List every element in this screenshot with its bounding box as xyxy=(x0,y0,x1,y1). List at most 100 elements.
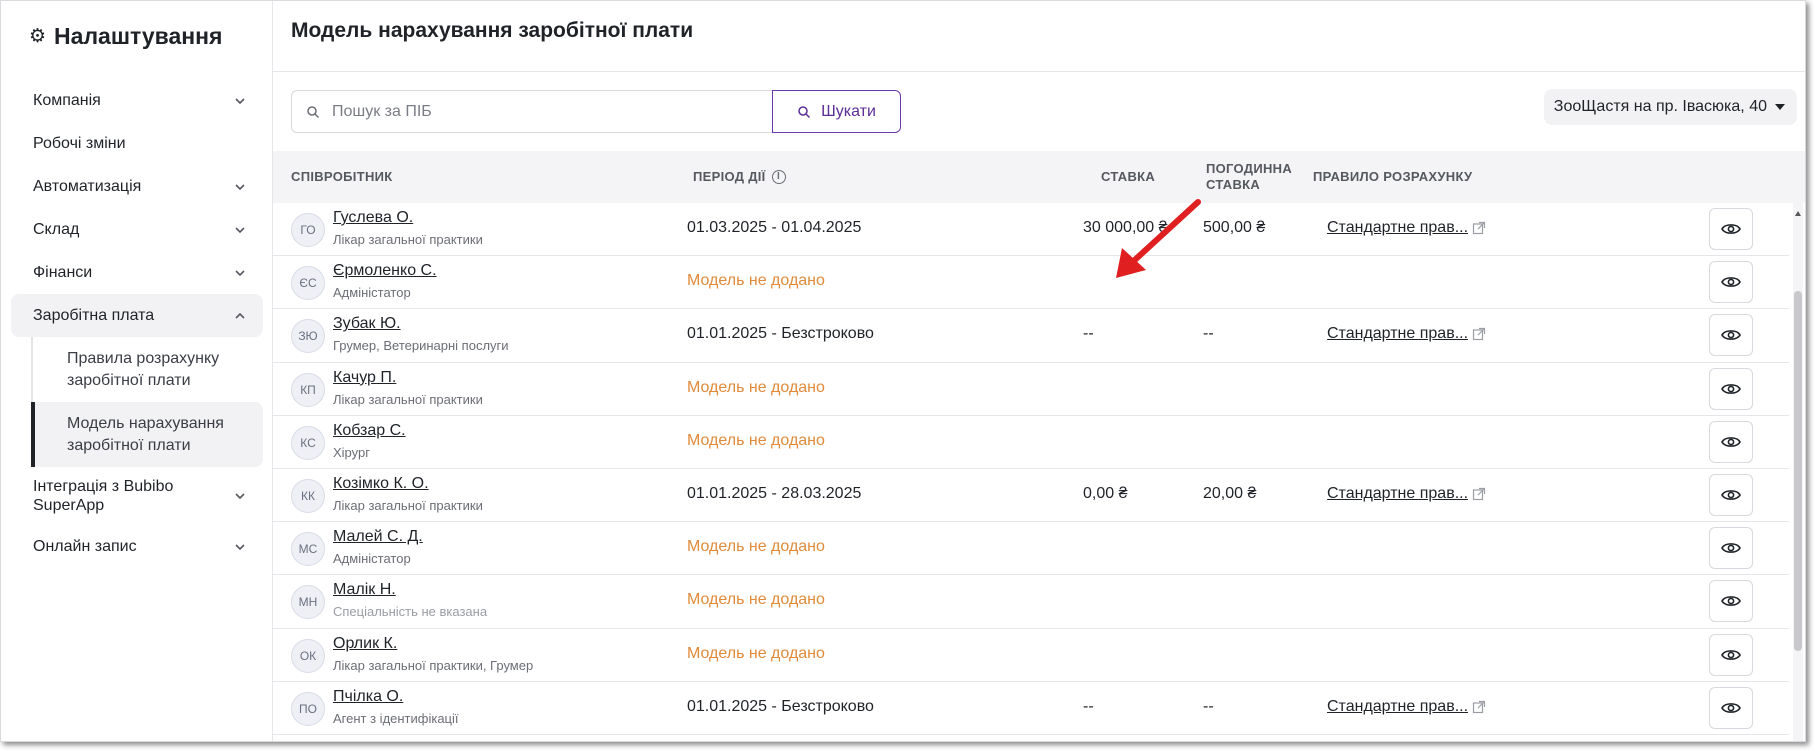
search-input[interactable] xyxy=(332,102,732,121)
sidebar-subitem-label: Правила розрахунку заробітної плати xyxy=(67,349,220,389)
employee-role: Лікар загальної практики xyxy=(333,391,483,407)
external-link-icon[interactable] xyxy=(1472,221,1486,235)
search-icon xyxy=(307,105,320,118)
view-button[interactable] xyxy=(1709,527,1753,570)
view-button[interactable] xyxy=(1709,473,1753,516)
avatar: МН xyxy=(291,585,325,620)
sidebar-item-label: Автоматизація xyxy=(33,177,142,195)
rate-value: 30 000,00 ₴ xyxy=(1083,219,1168,236)
column-header-employee[interactable]: Співробітник xyxy=(291,151,393,203)
employee-name-link[interactable]: Кобзар С. xyxy=(333,422,406,440)
table-row: ГО Гуслева О. Лікар загальної практики 0… xyxy=(273,203,1789,257)
employee-role: Агент з ідентифікації xyxy=(333,710,459,726)
eye-icon xyxy=(1721,436,1741,447)
employee-name-link[interactable]: Пчілка О. xyxy=(333,688,403,706)
view-button[interactable] xyxy=(1709,633,1753,676)
avatar: КК xyxy=(291,478,325,513)
calc-rule-link[interactable]: Стандартне прав... xyxy=(1327,219,1468,237)
period-value: Модель не додано xyxy=(687,538,825,556)
sidebar-item-company[interactable]: Компанія xyxy=(11,79,263,122)
employee-name-link[interactable]: Гуслева О. xyxy=(333,209,413,227)
table-body: ГО Гуслева О. Лікар загальної практики 0… xyxy=(273,203,1789,735)
column-header-hourly-rate[interactable]: Погодинна ставка xyxy=(1206,151,1292,203)
sidebar-item-finance[interactable]: Фінанси xyxy=(11,251,263,294)
sidebar-item-online-booking[interactable]: Онлайн запис xyxy=(11,525,263,568)
main-content: Модель нарахування заробітної плати Шука… xyxy=(273,1,1805,741)
sidebar-item-label: Онлайн запис xyxy=(33,537,137,555)
eye-icon xyxy=(1721,543,1741,554)
employee-name-link[interactable]: Орлик К. xyxy=(333,635,397,653)
column-header-period[interactable]: Період дії i xyxy=(693,151,786,203)
period-value: 01.03.2025 - 01.04.2025 xyxy=(687,219,862,236)
employee-role: Грумер, Ветеринарні послуги xyxy=(333,338,509,354)
calc-rule-link[interactable]: Стандартне прав... xyxy=(1327,325,1468,343)
table-row: КК Козімко К. О. Лікар загальної практик… xyxy=(273,469,1789,523)
view-button[interactable] xyxy=(1709,261,1753,304)
search-button-label: Шукати xyxy=(821,102,876,120)
eye-icon xyxy=(1721,330,1741,341)
hourly-rate-value: -- xyxy=(1203,697,1214,715)
table-row: ПО Пчілка О. Агент з ідентифікації 01.01… xyxy=(273,682,1789,735)
employee-name-link[interactable]: Зубак Ю. xyxy=(333,315,401,333)
calc-rule-link[interactable]: Стандартне прав... xyxy=(1327,485,1468,503)
sidebar-item-automation[interactable]: Автоматизація xyxy=(11,165,263,208)
eye-icon xyxy=(1721,490,1741,500)
period-value: Модель не додано xyxy=(687,272,825,290)
chevron-down-icon xyxy=(235,183,245,190)
search-icon xyxy=(798,105,811,118)
sidebar-item-label: Заробітна плата xyxy=(33,306,155,324)
sidebar-item-shifts[interactable]: Робочі зміни xyxy=(11,122,263,165)
period-value: 01.01.2025 - 28.03.2025 xyxy=(687,484,862,502)
search-field[interactable] xyxy=(291,90,772,133)
view-button[interactable] xyxy=(1709,314,1753,357)
period-value: Модель не додано xyxy=(687,431,825,449)
settings-sidebar: ⚙ Налаштування Компанія Робочі зміни Авт… xyxy=(1,1,273,741)
table-header: Співробітник Період дії i Ставка Погодин… xyxy=(273,151,1805,203)
external-link-icon[interactable] xyxy=(1472,487,1486,501)
sidebar-subitem-salary-model[interactable]: Модель нарахування заробітної плати xyxy=(31,402,263,467)
sidebar-subitem-salary-rules[interactable]: Правила розрахунку заробітної плати xyxy=(31,337,263,402)
sidebar-item-salary[interactable]: Заробітна плата xyxy=(11,294,263,337)
avatar: ПО xyxy=(291,691,325,726)
employee-name-link[interactable]: Качур П. xyxy=(333,369,396,387)
external-link-icon[interactable] xyxy=(1472,327,1486,341)
period-value: Модель не додано xyxy=(687,378,825,396)
column-header-rule[interactable]: Правило розрахунку xyxy=(1313,151,1472,203)
view-button[interactable] xyxy=(1709,580,1753,623)
sidebar-item-bubibo-integration[interactable]: Інтеграція з Bubibo SuperApp xyxy=(11,467,263,525)
view-button[interactable] xyxy=(1709,686,1753,729)
sidebar-item-warehouse[interactable]: Склад xyxy=(11,208,263,251)
column-header-label: Період дії xyxy=(693,169,766,184)
table-row: ОК Орлик К. Лікар загальної практики, Гр… xyxy=(273,629,1789,682)
eye-icon xyxy=(1721,596,1741,607)
chevron-down-icon xyxy=(235,493,245,500)
info-icon[interactable]: i xyxy=(771,170,786,184)
rate-value: -- xyxy=(1083,325,1094,343)
employee-name-link[interactable]: Козімко К. О. xyxy=(333,475,429,493)
period-value: Модель не додано xyxy=(687,591,825,609)
gear-icon: ⚙ xyxy=(29,25,47,47)
search-button[interactable]: Шукати xyxy=(772,90,901,133)
rate-value: 0,00 ₴ xyxy=(1083,484,1128,502)
column-header-label: Правило розрахунку xyxy=(1313,169,1473,184)
employee-role: Лікар загальної практики, Грумер xyxy=(333,657,534,673)
view-button[interactable] xyxy=(1709,367,1753,410)
calc-rule-link[interactable]: Стандартне прав... xyxy=(1327,698,1468,716)
period-value: 01.01.2025 - Безстроково xyxy=(687,325,874,343)
caret-down-icon xyxy=(1775,104,1785,110)
column-header-label: ставка xyxy=(1206,177,1261,192)
location-select[interactable]: ЗооЩастя на пр. Івасюка, 40 xyxy=(1543,89,1797,125)
avatar: МС xyxy=(291,532,325,567)
view-button[interactable] xyxy=(1709,420,1753,463)
eye-icon xyxy=(1721,649,1741,660)
employee-name-link[interactable]: Малей С. Д. xyxy=(333,528,423,546)
external-link-icon[interactable] xyxy=(1472,700,1486,714)
employee-name-link[interactable]: Малік Н. xyxy=(333,581,396,599)
avatar: ОК xyxy=(291,638,325,673)
view-button[interactable] xyxy=(1709,208,1753,250)
scroll-up-icon[interactable] xyxy=(1795,211,1801,216)
employee-name-link[interactable]: Єрмоленко С. xyxy=(333,262,437,280)
scrollbar-thumb[interactable] xyxy=(1794,291,1802,651)
column-header-rate[interactable]: Ставка xyxy=(1101,151,1155,203)
table-row: КС Кобзар С. Хірург Модель не додано xyxy=(273,416,1789,469)
